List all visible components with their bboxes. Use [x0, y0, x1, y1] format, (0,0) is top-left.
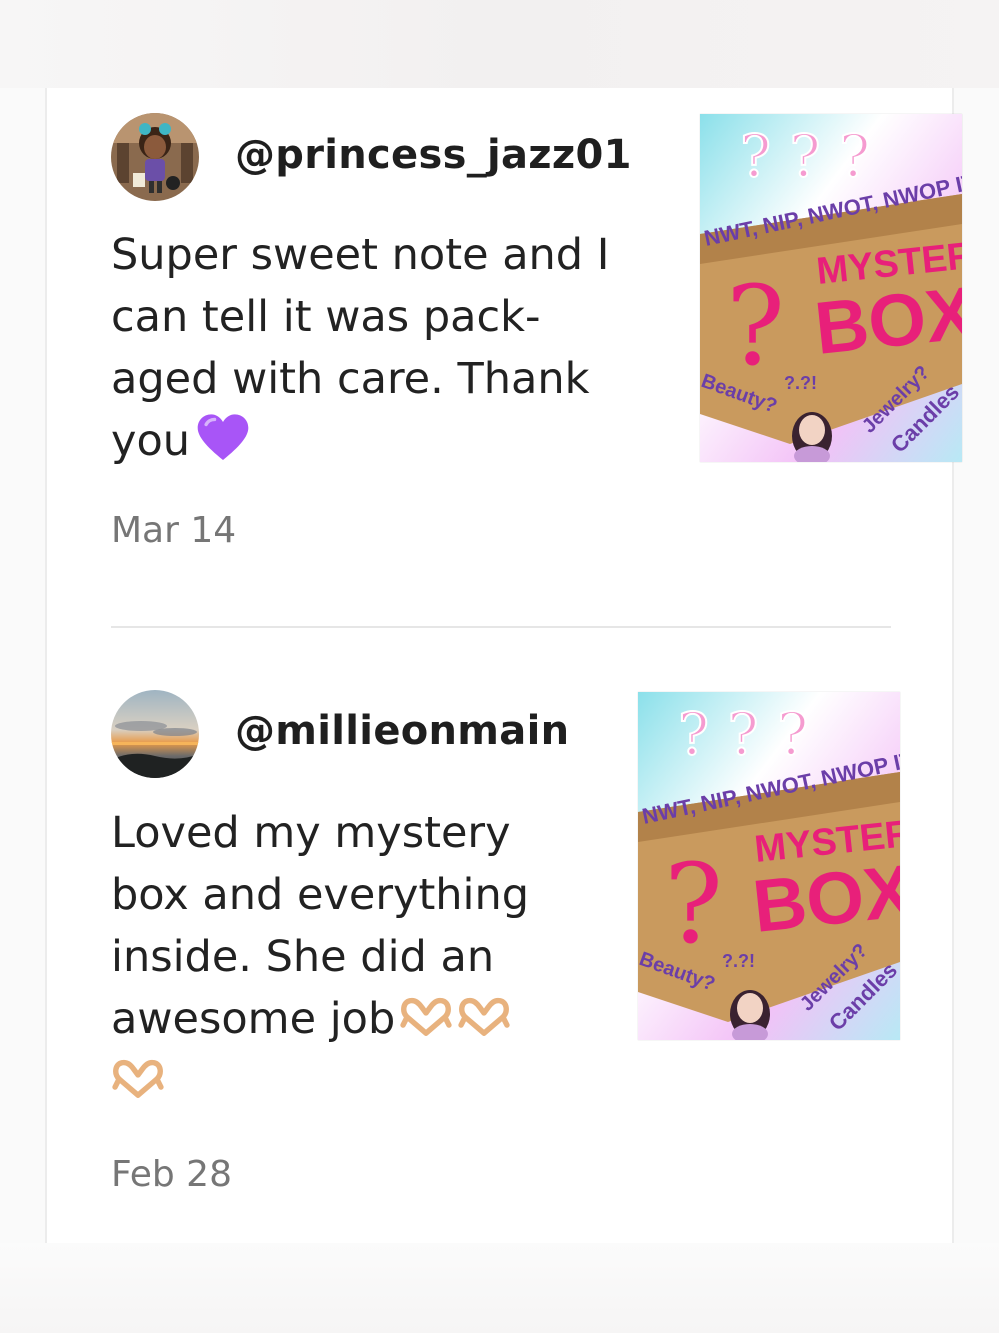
svg-text:? ? ?: ? ? ?: [678, 700, 808, 768]
svg-text:?: ?: [664, 840, 723, 968]
review-date: Mar 14: [111, 510, 237, 551]
svg-text:? ? ?: ? ? ?: [740, 122, 870, 190]
thumbnail-title: BOX: [811, 271, 962, 370]
review-item: @princess_jazz01 Super sweet note and I …: [47, 88, 962, 628]
thumbnail-caption: ?.?!: [722, 951, 755, 971]
heart-hands-icon: [112, 1059, 164, 1098]
review-divider: [111, 626, 891, 628]
svg-text:?: ?: [726, 262, 785, 390]
review-text-content: Super sweet note and I can tell it was p…: [111, 230, 610, 466]
review-text: Super sweet note and I can tell it was p…: [111, 224, 609, 472]
bottom-blur-area: [0, 1243, 999, 1333]
review-username[interactable]: @millieonmain: [235, 708, 569, 754]
avatar[interactable]: [111, 113, 199, 201]
thumbnail-caption: ?.?!: [784, 373, 817, 393]
purple-heart-icon: [197, 414, 249, 460]
review-item: @millieonmain Loved my mystery box and e…: [47, 668, 952, 1228]
heart-hands-icon: [458, 997, 510, 1036]
top-blur-area: [0, 0, 999, 88]
review-text: Loved my mystery box and everything insi…: [111, 802, 529, 1112]
avatar[interactable]: [111, 690, 199, 778]
review-username[interactable]: @princess_jazz01: [235, 132, 632, 178]
thumbnail-title: BOX: [749, 849, 900, 948]
reviews-card: @princess_jazz01 Super sweet note and I …: [45, 88, 962, 1243]
heart-hands-icon: [400, 997, 452, 1036]
listing-thumbnail[interactable]: ? ? ? NWT, NIP, NWOT, NWOP ITEMS ? MYSTE…: [700, 114, 962, 462]
listing-thumbnail[interactable]: ? ? ? NWT, NIP, NWOT, NWOP ITEMS ? MYSTE…: [638, 692, 900, 1040]
review-date: Feb 28: [111, 1154, 232, 1195]
